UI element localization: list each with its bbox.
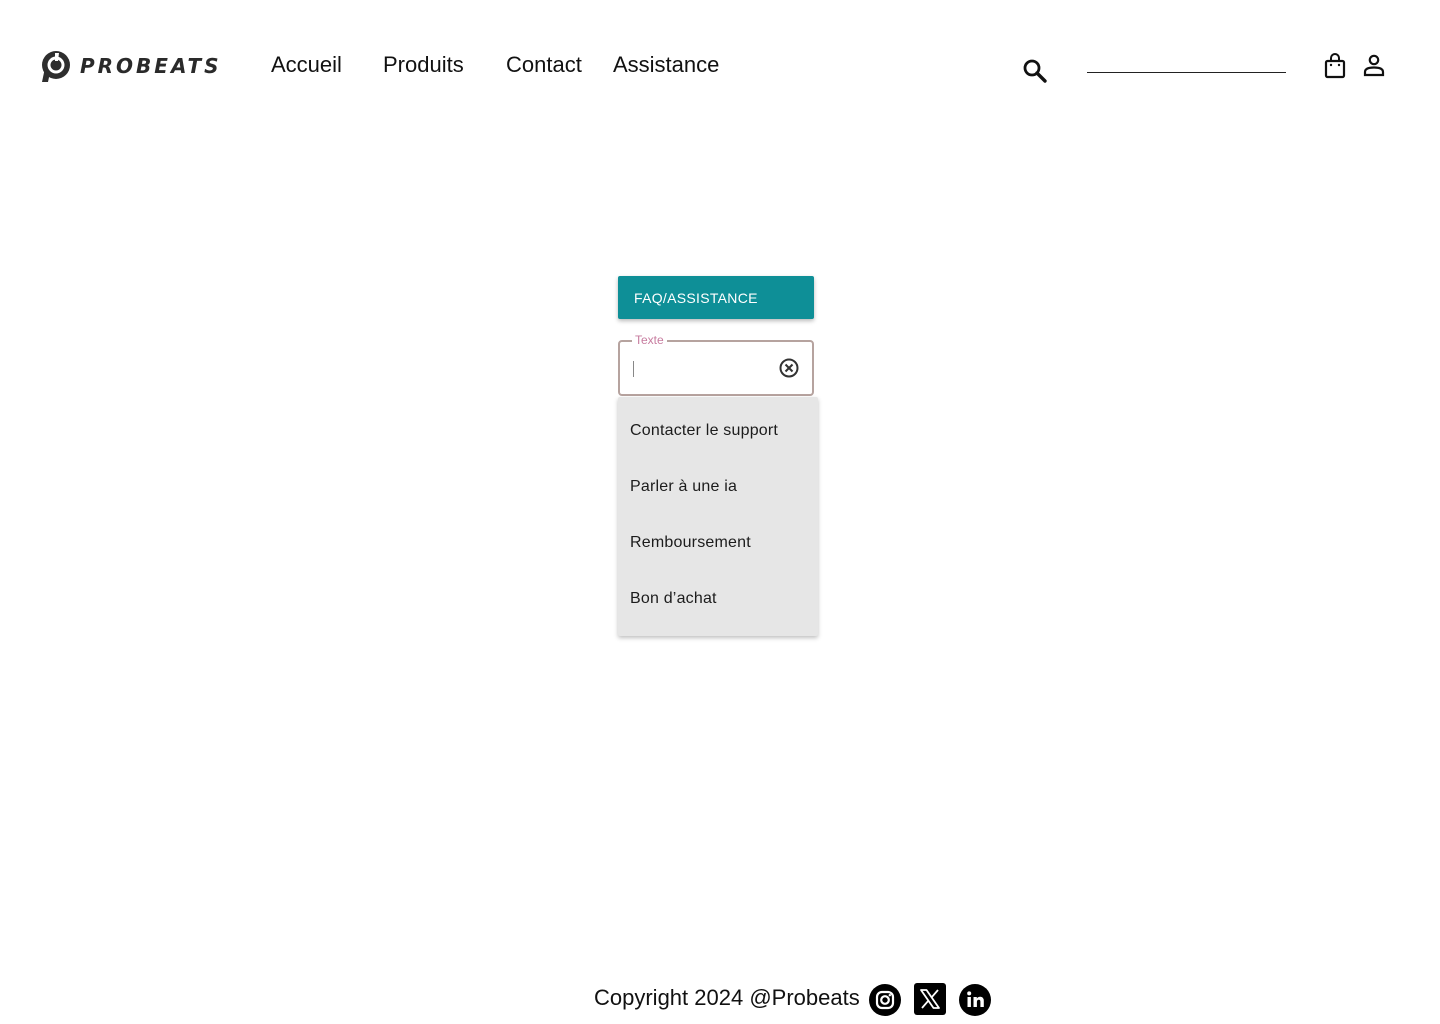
text-cursor: [633, 361, 634, 377]
faq-assistance-button-label: FAQ/ASSISTANCE: [634, 289, 758, 306]
shopping-bag-icon[interactable]: [1324, 53, 1346, 79]
search-input[interactable]: [1087, 52, 1286, 72]
dropdown-item-remboursement[interactable]: Remboursement: [618, 515, 818, 571]
nav-contact[interactable]: Contact: [506, 52, 582, 78]
search-icon[interactable]: [1021, 57, 1049, 85]
text-field-label: Texte: [632, 333, 667, 347]
instagram-icon[interactable]: [868, 983, 902, 1017]
x-icon[interactable]: [914, 983, 946, 1015]
suggestions-dropdown: Contacter le support Parler à une ia Rem…: [618, 397, 818, 636]
brand-name: PROBEATS: [80, 54, 222, 78]
linkedin-icon[interactable]: [958, 983, 992, 1017]
brand-logo[interactable]: PROBEATS: [38, 49, 222, 83]
nav-produits[interactable]: Produits: [383, 52, 464, 78]
nav-assistance[interactable]: Assistance: [613, 52, 719, 78]
page: PROBEATS Accueil Produits Contact Assist…: [0, 0, 1440, 1024]
dropdown-item-parler-ia[interactable]: Parler à une ia: [618, 459, 818, 515]
dropdown-item-bon-achat[interactable]: Bon d’achat: [618, 571, 818, 627]
search-underline: [1087, 72, 1286, 73]
copyright-text: Copyright 2024 @Probeats: [594, 985, 860, 1010]
text-field[interactable]: Texte: [618, 333, 814, 396]
clear-circle-icon[interactable]: [779, 358, 799, 378]
logo-icon: [42, 51, 70, 82]
dropdown-item-contacter-support[interactable]: Contacter le support: [618, 403, 818, 459]
faq-assistance-button[interactable]: FAQ/ASSISTANCE: [618, 276, 814, 319]
nav-accueil[interactable]: Accueil: [271, 52, 342, 78]
person-icon[interactable]: [1362, 53, 1386, 77]
